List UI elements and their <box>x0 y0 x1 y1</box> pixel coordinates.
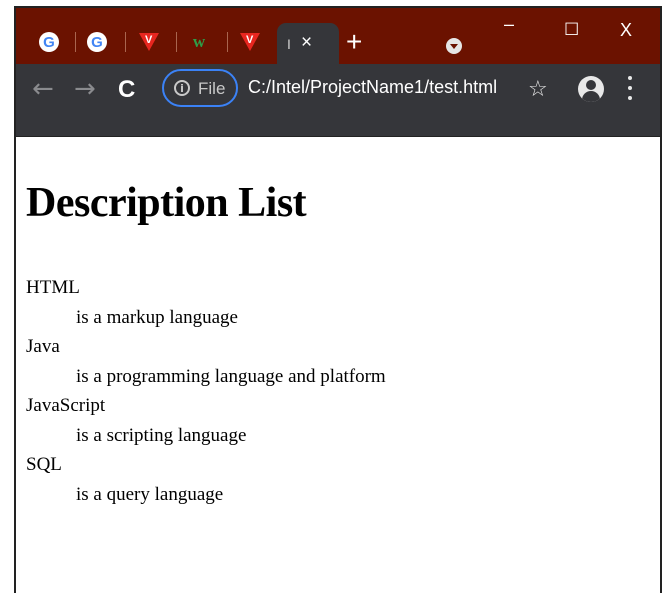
site-info-chip[interactable]: i File <box>162 69 238 107</box>
tab-google-2[interactable]: G <box>86 31 108 53</box>
page-content: Description List HTML is a markup langua… <box>16 137 660 593</box>
minimize-button[interactable]: – <box>504 14 514 35</box>
bookmark-star-icon[interactable]: ☆ <box>528 77 548 102</box>
profile-avatar-icon[interactable] <box>578 76 604 102</box>
reload-button[interactable]: C <box>118 76 135 104</box>
list-term: HTML <box>26 277 80 298</box>
toolbar: ← → C i File C:/Intel/ProjectName1/test.… <box>16 64 660 137</box>
list-description: is a scripting language <box>76 424 247 446</box>
back-button[interactable]: ← <box>32 74 54 104</box>
info-icon: i <box>174 80 190 96</box>
url-text[interactable]: C:/Intel/ProjectName1/test.html <box>248 77 497 98</box>
tab-separator <box>227 32 228 52</box>
list-description: is a programming language and platform <box>76 365 386 387</box>
new-tab-button[interactable]: + <box>346 26 362 58</box>
list-description: is a query language <box>76 483 224 505</box>
page-favicon: I <box>287 36 291 52</box>
list-term: Java <box>26 336 60 357</box>
browser-window: G G V w V I × + – ☐ X ← → C i File C:/In… <box>14 6 662 593</box>
tab-vivaldi-2[interactable]: V <box>239 31 261 53</box>
forward-button[interactable]: → <box>74 74 96 104</box>
kebab-menu-icon[interactable] <box>628 76 632 102</box>
maximize-button[interactable]: ☐ <box>564 20 579 40</box>
tab-separator <box>125 32 126 52</box>
google-icon: G <box>87 32 107 52</box>
tab-vivaldi-1[interactable]: V <box>138 31 160 53</box>
site-info-label: File <box>198 79 226 98</box>
tab-strip: G G V w V I × + – ☐ X <box>16 8 660 64</box>
tab-google-1[interactable]: G <box>38 31 60 53</box>
close-tab-icon[interactable]: × <box>301 32 312 54</box>
active-tab[interactable]: I × <box>277 23 339 64</box>
description-list: HTML is a markup language Java is a prog… <box>26 273 386 509</box>
vivaldi-icon: V <box>240 33 260 51</box>
page-heading: Description List <box>26 180 307 226</box>
close-window-button[interactable]: X <box>620 20 632 41</box>
list-term: SQL <box>26 454 62 475</box>
w-logo-icon: w <box>192 32 206 51</box>
google-icon: G <box>39 32 59 52</box>
address-bar[interactable]: i File C:/Intel/ProjectName1/test.html <box>162 69 562 109</box>
tab-separator <box>176 32 177 52</box>
tab-search-icon[interactable] <box>446 38 462 54</box>
list-description: is a markup language <box>76 306 238 328</box>
vivaldi-icon: V <box>139 33 159 51</box>
list-term: JavaScript <box>26 395 106 416</box>
tab-w[interactable]: w <box>188 31 210 53</box>
tab-separator <box>75 32 76 52</box>
